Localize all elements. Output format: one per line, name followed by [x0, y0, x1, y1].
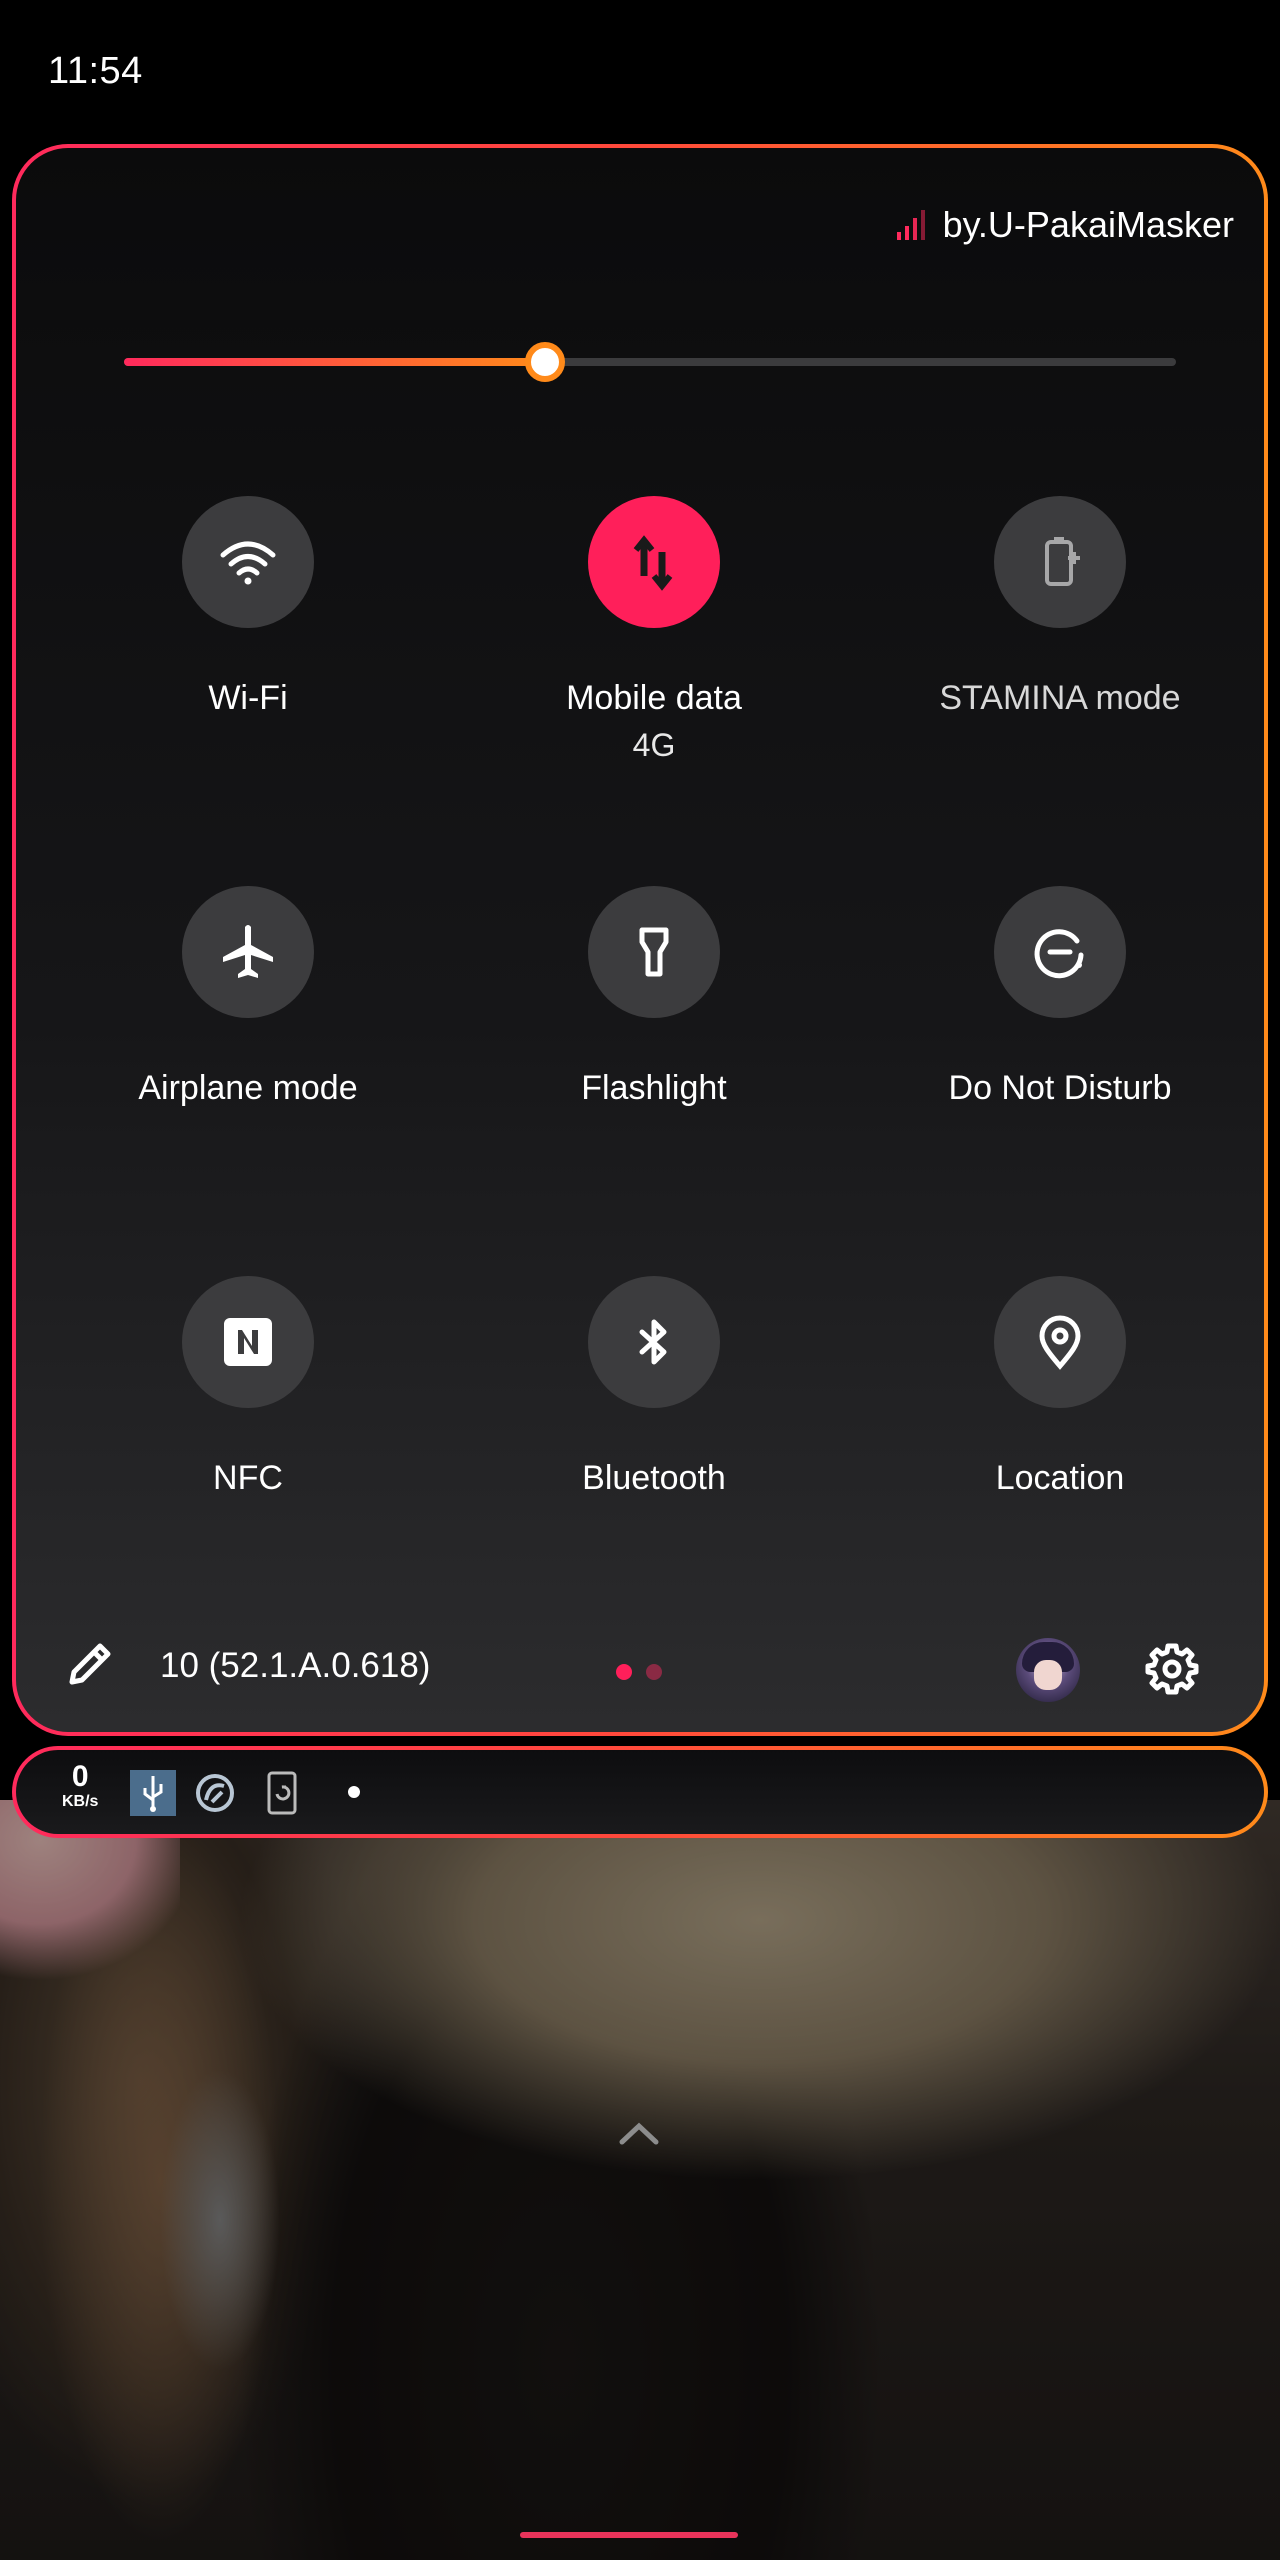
carrier-indicator: by.U-PakaiMasker [895, 204, 1234, 246]
tile-location[interactable]: Location [860, 1276, 1260, 1502]
network-speed-value: 0 [71, 1760, 89, 1793]
brightness-slider[interactable] [124, 342, 1176, 382]
tile-label: Location [995, 1459, 1125, 1497]
carrier-name: by.U-PakaiMasker [942, 204, 1234, 245]
usb-icon [130, 1770, 176, 1821]
build-number[interactable]: 10 (52.1.A.0.618) [160, 1646, 430, 1686]
navigation-handle[interactable] [520, 2532, 738, 2538]
bluetooth-icon[interactable] [588, 1276, 720, 1408]
user-avatar[interactable] [1016, 1638, 1080, 1702]
chevron-up-icon[interactable] [616, 2118, 662, 2153]
network-speed-unit: KB/s [62, 1793, 99, 1810]
tile-label: Do Not Disturb [948, 1069, 1172, 1107]
mobile-data-icon[interactable] [588, 496, 720, 628]
signal-strength-icon [895, 208, 929, 242]
tile-nfc[interactable]: NFC [48, 1276, 448, 1502]
status-bar-clock: 11:54 [48, 50, 143, 92]
tile-label: Airplane mode [138, 1069, 358, 1107]
notification-status-strip[interactable]: 0 KB/s [12, 1746, 1268, 1838]
quick-settings-panel: by.U-PakaiMasker Wi-Fi Mobile data 4G ST… [12, 144, 1268, 1736]
flashlight-icon[interactable] [588, 886, 720, 1018]
tile-wifi[interactable]: Wi-Fi [48, 496, 448, 722]
tile-airplane-mode[interactable]: Airplane mode [48, 886, 448, 1112]
tile-stamina-mode[interactable]: STAMINA mode [860, 496, 1260, 722]
location-icon[interactable] [994, 1276, 1126, 1408]
tile-mobile-data[interactable]: Mobile data 4G [454, 496, 854, 768]
edit-pencil-icon[interactable] [62, 1636, 118, 1697]
quick-settings-footer: 10 (52.1.A.0.618) [16, 1618, 1264, 1718]
network-speed: 0 KB/s [62, 1762, 98, 1810]
tile-label: NFC [213, 1459, 283, 1497]
settings-gear-icon[interactable] [1144, 1640, 1200, 1701]
more-notifications-dot [348, 1786, 360, 1798]
page-dot [646, 1664, 662, 1680]
battery-plus-icon[interactable] [994, 496, 1126, 628]
sync-app-icon [192, 1770, 238, 1821]
tile-label: Wi-Fi [208, 679, 288, 717]
page-indicator [616, 1664, 662, 1680]
auto-rotate-icon [266, 1770, 300, 1821]
tile-label: Bluetooth [582, 1459, 726, 1497]
tile-label: STAMINA mode [939, 679, 1181, 717]
nfc-icon[interactable] [182, 1276, 314, 1408]
wifi-icon[interactable] [182, 496, 314, 628]
wallpaper-background [0, 1800, 1280, 2560]
airplane-icon[interactable] [182, 886, 314, 1018]
page-dot-active [616, 1664, 632, 1680]
tile-label: Mobile data [566, 679, 742, 717]
tile-label: Flashlight [581, 1069, 727, 1107]
tile-do-not-disturb[interactable]: Do Not Disturb [860, 886, 1260, 1112]
tile-sublabel: 4G [632, 727, 676, 763]
tile-flashlight[interactable]: Flashlight [454, 886, 854, 1112]
dnd-icon[interactable] [994, 886, 1126, 1018]
tile-bluetooth[interactable]: Bluetooth [454, 1276, 854, 1502]
brightness-slider-thumb[interactable] [524, 342, 565, 382]
